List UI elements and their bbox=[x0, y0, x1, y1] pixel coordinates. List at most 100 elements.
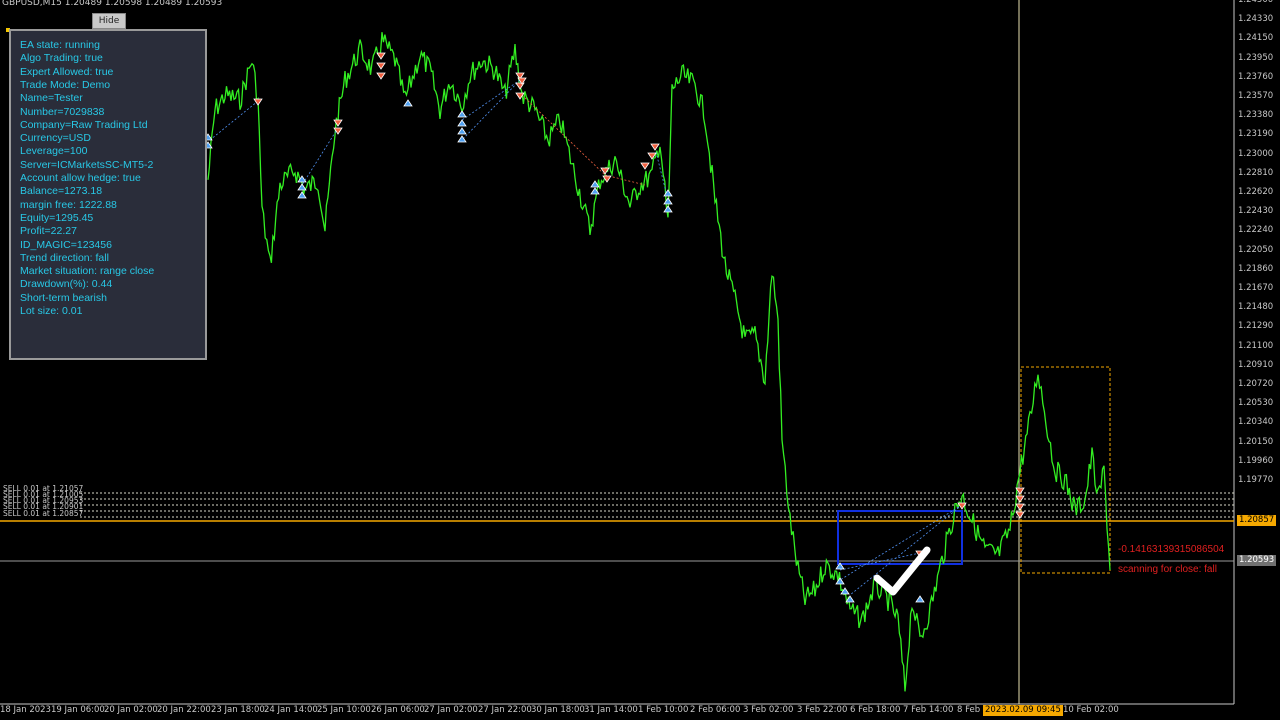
buy-arrow-icon bbox=[457, 127, 467, 135]
ea-panel-line: EA state: running bbox=[20, 39, 100, 51]
price-tick-label: 1.24150 bbox=[1238, 33, 1274, 44]
ea-info-panel: EA state: running Algo Trading: true Exper… bbox=[9, 29, 207, 360]
time-tick-label: 25 Jan 10:00 bbox=[317, 705, 371, 715]
sell-arrow-icon bbox=[515, 82, 525, 90]
ea-panel-line: Equity=1295.45 bbox=[20, 211, 94, 224]
price-tick-label: 1.23950 bbox=[1238, 52, 1274, 63]
price-tick-label: 1.20340 bbox=[1238, 417, 1274, 428]
sell-arrow-icon bbox=[376, 52, 386, 60]
time-tick-label: 1 Feb 10:00 bbox=[638, 705, 689, 715]
time-tick-label: 18 Jan 2023 bbox=[0, 705, 51, 715]
buy-arrow-icon bbox=[845, 595, 855, 603]
time-tick-label: 3 Feb 22:00 bbox=[797, 705, 848, 715]
profit-value-text: -0.14163139315086504 bbox=[1118, 544, 1225, 555]
current-price-badge: 1.20857 bbox=[1237, 515, 1277, 526]
buy-arrow-icon bbox=[663, 205, 673, 213]
time-tick-label: 20 Jan 22:00 bbox=[157, 705, 211, 715]
price-tick-label: 1.22620 bbox=[1238, 187, 1274, 197]
time-tick-label: 2 Feb 06:00 bbox=[690, 705, 741, 715]
ea-panel-line: Name=Tester bbox=[20, 92, 83, 105]
price-tick-label: 1.19960 bbox=[1238, 455, 1274, 466]
sell-arrow-icon bbox=[1015, 503, 1025, 511]
price-tick-label: 1.20720 bbox=[1238, 379, 1274, 389]
sell-arrow-icon bbox=[650, 143, 660, 151]
price-tick-label: 1.24330 bbox=[1238, 14, 1274, 25]
time-tick-label: 30 Jan 18:00 bbox=[531, 705, 585, 715]
buy-arrow-icon bbox=[457, 135, 467, 143]
buy-arrow-icon bbox=[403, 99, 413, 107]
ea-panel-line: margin free: 1222.88 bbox=[20, 198, 117, 211]
ea-panel-line: Account allow hedge: true bbox=[20, 172, 141, 184]
time-tick-label: 27 Jan 02:00 bbox=[424, 705, 478, 715]
status-text: scanning for close: fall bbox=[1118, 564, 1217, 575]
ea-panel-line: Trade Mode: Demo bbox=[20, 78, 111, 91]
buy-arrow-icon bbox=[663, 197, 673, 205]
price-tick-label: 1.22810 bbox=[1238, 167, 1274, 178]
price-tick-label: 1.23760 bbox=[1238, 71, 1274, 82]
price-tick-label: 1.23000 bbox=[1238, 148, 1274, 159]
sell-order-lines bbox=[80, 492, 1234, 518]
blue-zone-box bbox=[837, 510, 963, 565]
price-tick-label: 1.21860 bbox=[1238, 263, 1274, 274]
range-box bbox=[1020, 366, 1111, 574]
ea-panel-line: Short-term bearish bbox=[20, 291, 107, 304]
time-tick-label: 24 Jan 14:00 bbox=[264, 705, 318, 715]
price-tick-label: 1.20910 bbox=[1238, 359, 1274, 370]
time-tick-label: 20 Jan 02:00 bbox=[104, 705, 158, 715]
sell-arrow-icon bbox=[640, 162, 650, 170]
bid-price-badge: 1.20593 bbox=[1237, 555, 1277, 566]
ea-panel-line: Algo Trading: true bbox=[20, 52, 103, 65]
price-tick-label: 1.21670 bbox=[1238, 283, 1274, 293]
time-tick-label: 10 Feb 02:00 bbox=[1063, 705, 1119, 715]
sell-arrow-icon bbox=[376, 72, 386, 80]
ea-panel-line: Balance=1273.18 bbox=[20, 185, 103, 198]
price-tick-label: 1.22050 bbox=[1238, 244, 1274, 255]
price-tick-label: 1.20530 bbox=[1238, 398, 1274, 409]
time-tick-label: 6 Feb 18:00 bbox=[850, 705, 901, 715]
price-tick-label: 1.22240 bbox=[1238, 225, 1274, 236]
ea-panel-line: Server=ICMarketsSC-MT5-2 bbox=[20, 158, 154, 171]
price-tick-label: 1.21100 bbox=[1238, 340, 1274, 351]
ea-panel-line: Market situation: range close bbox=[20, 265, 155, 278]
buy-arrow-icon bbox=[297, 183, 307, 191]
time-tick-label: 7 Feb 14:00 bbox=[903, 705, 954, 715]
ea-panel-line: Profit=22.27 bbox=[20, 225, 77, 238]
price-tick-label: 1.21290 bbox=[1238, 321, 1274, 332]
time-tick-label: 26 Jan 06:00 bbox=[371, 705, 425, 715]
check-mark-icon bbox=[873, 546, 931, 596]
time-tick-label: 23 Jan 18:00 bbox=[211, 705, 265, 715]
sell-arrow-icon bbox=[376, 62, 386, 70]
ea-panel-line: Company=Raw Trading Ltd bbox=[20, 118, 148, 131]
buy-arrow-icon bbox=[840, 587, 850, 595]
price-tick-label: 1.19770 bbox=[1238, 475, 1274, 485]
buy-arrow-icon bbox=[297, 191, 307, 199]
ea-panel-line: Drawdown(%): 0.44 bbox=[20, 278, 113, 291]
price-tick-label: 1.23190 bbox=[1238, 129, 1274, 140]
ea-panel-line: Lot size: 0.01 bbox=[20, 305, 83, 317]
price-tick-label: 1.20150 bbox=[1238, 436, 1274, 447]
buy-arrow-icon bbox=[457, 119, 467, 127]
time-tick-label: 27 Jan 22:00 bbox=[478, 705, 532, 715]
sell-order-label: SELL 0.01 at 1.20857 bbox=[3, 509, 84, 518]
buy-arrow-icon bbox=[457, 110, 467, 118]
symbol-header: GBPUSD,M15 1.20489 1.20598 1.20489 1.205… bbox=[2, 0, 223, 8]
price-tick-label: 1.24500 bbox=[1238, 0, 1274, 5]
price-tick-label: 1.21480 bbox=[1238, 302, 1274, 313]
price-series-line bbox=[207, 32, 1111, 692]
price-tick-label: 1.22430 bbox=[1238, 206, 1274, 217]
price-tick-label: 1.23380 bbox=[1238, 110, 1274, 121]
ea-panel-line: Currency=USD bbox=[20, 132, 91, 145]
ea-panel-line: ID_MAGIC=123456 bbox=[20, 238, 112, 251]
ea-panel-line: Number=7029838 bbox=[20, 105, 105, 118]
cursor-time-badge: 2023.02.09 09:45 bbox=[983, 705, 1063, 716]
price-tick-label: 1.23570 bbox=[1238, 91, 1274, 101]
time-tick-label: 31 Jan 14:00 bbox=[584, 705, 638, 715]
time-tick-label: 3 Feb 02:00 bbox=[743, 705, 794, 715]
buy-arrow-icon bbox=[915, 595, 925, 603]
sell-arrow-icon bbox=[253, 98, 263, 106]
time-tick-label: 19 Jan 06:00 bbox=[51, 705, 105, 715]
ea-panel-line: Expert Allowed: true bbox=[20, 65, 114, 78]
ea-panel-line: Leverage=100 bbox=[20, 145, 88, 158]
hide-button[interactable]: Hide bbox=[92, 13, 126, 29]
ea-panel-line: Trend direction: fall bbox=[20, 251, 109, 264]
